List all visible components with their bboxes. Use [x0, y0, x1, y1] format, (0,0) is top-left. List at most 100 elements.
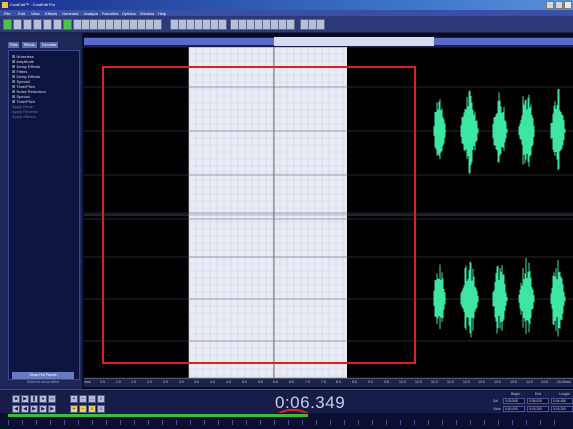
meter-scale-mark: [526, 420, 527, 425]
zoom-full-icon[interactable]: ↔: [88, 395, 96, 403]
ruler-tick-label: 13.5: [510, 380, 517, 384]
ruler-tick-label: 11.5: [447, 380, 454, 384]
toolbar-button[interactable]: [3, 19, 12, 30]
ruler-tick-label: 6.0: [273, 380, 278, 384]
meter-scale-mark: [330, 420, 331, 425]
end-icon[interactable]: ▶: [48, 405, 56, 413]
meter-scale-mark: [428, 420, 429, 425]
ruler-tick-label: 9.0: [368, 380, 373, 384]
sel-end-field[interactable]: 0:08.000: [527, 398, 549, 404]
fast-forward-icon[interactable]: ▶: [39, 405, 47, 413]
view-end-field[interactable]: 0:16.209: [527, 406, 549, 412]
toolbar-button[interactable]: [63, 19, 72, 30]
meter-scale-mark: [92, 420, 93, 425]
zoom-vertical-in-icon[interactable]: +: [70, 405, 78, 413]
meter-scale-mark: [554, 420, 555, 425]
view-length-field[interactable]: 0:16.209: [551, 406, 573, 412]
close-icon[interactable]: [564, 1, 572, 9]
meter-scale-mark: [218, 420, 219, 425]
toolbar: [0, 16, 573, 33]
level-meter-fill: [8, 414, 308, 417]
overview-bar[interactable]: [84, 37, 573, 47]
row-label-view: View: [493, 407, 501, 411]
meter-scale-mark: [512, 420, 513, 425]
record-icon[interactable]: ●: [39, 395, 47, 403]
app-icon: [2, 2, 8, 8]
zoom-sel-icon[interactable]: ⌕: [97, 395, 105, 403]
ruler-tick-label: 1.5: [131, 380, 136, 384]
ruler-tick-label: 5.5: [258, 380, 263, 384]
maximize-icon[interactable]: [555, 1, 563, 9]
meter-scale-mark: [358, 420, 359, 425]
zoom-left-icon[interactable]: ⌕: [88, 405, 96, 413]
meter-scale-mark: [176, 420, 177, 425]
meter-scale-mark: [372, 420, 373, 425]
time-ruler[interactable]: hms 0.5 1.0 1.5 2.0 2.5 3.0 3.5 4.0 4.5 5.0 5.5 6.0 6…: [84, 378, 573, 387]
toolbar-button[interactable]: [43, 19, 52, 30]
toolbar-button[interactable]: [33, 19, 42, 30]
toolbar-button[interactable]: [153, 19, 162, 30]
toolbar-button[interactable]: [23, 19, 32, 30]
tree-item[interactable]: Apply Silence: [12, 114, 36, 119]
waveform-canvas[interactable]: [84, 47, 573, 378]
meter-scale-mark: [232, 420, 233, 425]
sel-length-field[interactable]: 0:04.455: [551, 398, 573, 404]
meter-scale-mark: [442, 420, 443, 425]
meter-scale-mark: [36, 420, 37, 425]
ruler-tick-label: 12.5: [478, 380, 485, 384]
ruler-tick-label: 6.5: [289, 380, 294, 384]
meter-scale-mark: [540, 420, 541, 425]
title-bar: CoolEdit™ - CoolEdit Pro: [0, 0, 573, 10]
toolbar-button[interactable]: [218, 19, 227, 30]
ruler-tick-label: 7.0: [305, 380, 310, 384]
ruler-tick-label: 2.0: [147, 380, 152, 384]
meter-scale-mark: [120, 420, 121, 425]
toolbar-button[interactable]: [286, 19, 295, 30]
ruler-tick-label: hms: [564, 380, 571, 384]
zoom-vertical-out-icon[interactable]: −: [79, 405, 87, 413]
rewind-icon[interactable]: ◀: [12, 405, 20, 413]
loop-icon[interactable]: ∞: [48, 395, 56, 403]
ruler-tick-label: 0.5: [100, 380, 105, 384]
ruler-tick-label: 4.5: [226, 380, 231, 384]
ruler-tick-label: 13.0: [494, 380, 501, 384]
zoom-in-icon[interactable]: +: [70, 395, 78, 403]
ruler-tick-label: 7.5: [321, 380, 326, 384]
ruler-tick-label: 11.0: [431, 380, 438, 384]
stop-icon[interactable]: ■: [12, 395, 20, 403]
meter-scale-mark: [106, 420, 107, 425]
minimize-icon[interactable]: [546, 1, 554, 9]
view-begin-field[interactable]: 0:00.000: [503, 406, 525, 412]
show-full-panels-button[interactable]: Show Full Panels: [12, 372, 74, 379]
back-icon[interactable]: ◀: [21, 405, 29, 413]
ruler-tick-label: 4.0: [210, 380, 215, 384]
ruler-tick-label: 9.5: [384, 380, 389, 384]
forward-icon[interactable]: ▶: [30, 405, 38, 413]
waveform-display[interactable]: [84, 47, 573, 378]
ruler-tick-label: 8.5: [352, 380, 357, 384]
tab-effects[interactable]: Effects: [22, 42, 37, 48]
selection-highlight[interactable]: [189, 47, 347, 378]
meter-scale-mark: [204, 420, 205, 425]
panel-status-text: Select to show effect: [26, 380, 60, 384]
meter-scale-mark: [400, 420, 401, 425]
toolbar-button[interactable]: [53, 19, 62, 30]
meter-scale-mark: [344, 420, 345, 425]
meter-scale-mark: [386, 420, 387, 425]
tab-files[interactable]: Files: [8, 42, 20, 48]
header-length: Length: [559, 392, 570, 396]
ruler-tick-label: 2.5: [163, 380, 168, 384]
meter-scale-mark: [316, 420, 317, 425]
zoom-right-icon[interactable]: ⌕: [97, 405, 105, 413]
tab-favorites[interactable]: Favorites: [40, 42, 59, 48]
overview-thumb[interactable]: [274, 37, 434, 46]
toolbar-button[interactable]: [316, 19, 325, 30]
zoom-out-icon[interactable]: −: [79, 395, 87, 403]
ruler-tick-label: 14.0: [526, 380, 533, 384]
play-icon[interactable]: ▶: [21, 395, 29, 403]
effects-tree: ⊞ Noiseless ⊞ Amplitude ⊞ Delay Effects ⊞ F…: [8, 50, 80, 380]
ruler-tick-label: 1.0: [116, 380, 121, 384]
sel-begin-field[interactable]: 0:03.545: [503, 398, 525, 404]
toolbar-button[interactable]: [13, 19, 22, 30]
pause-icon[interactable]: ❚: [30, 395, 38, 403]
